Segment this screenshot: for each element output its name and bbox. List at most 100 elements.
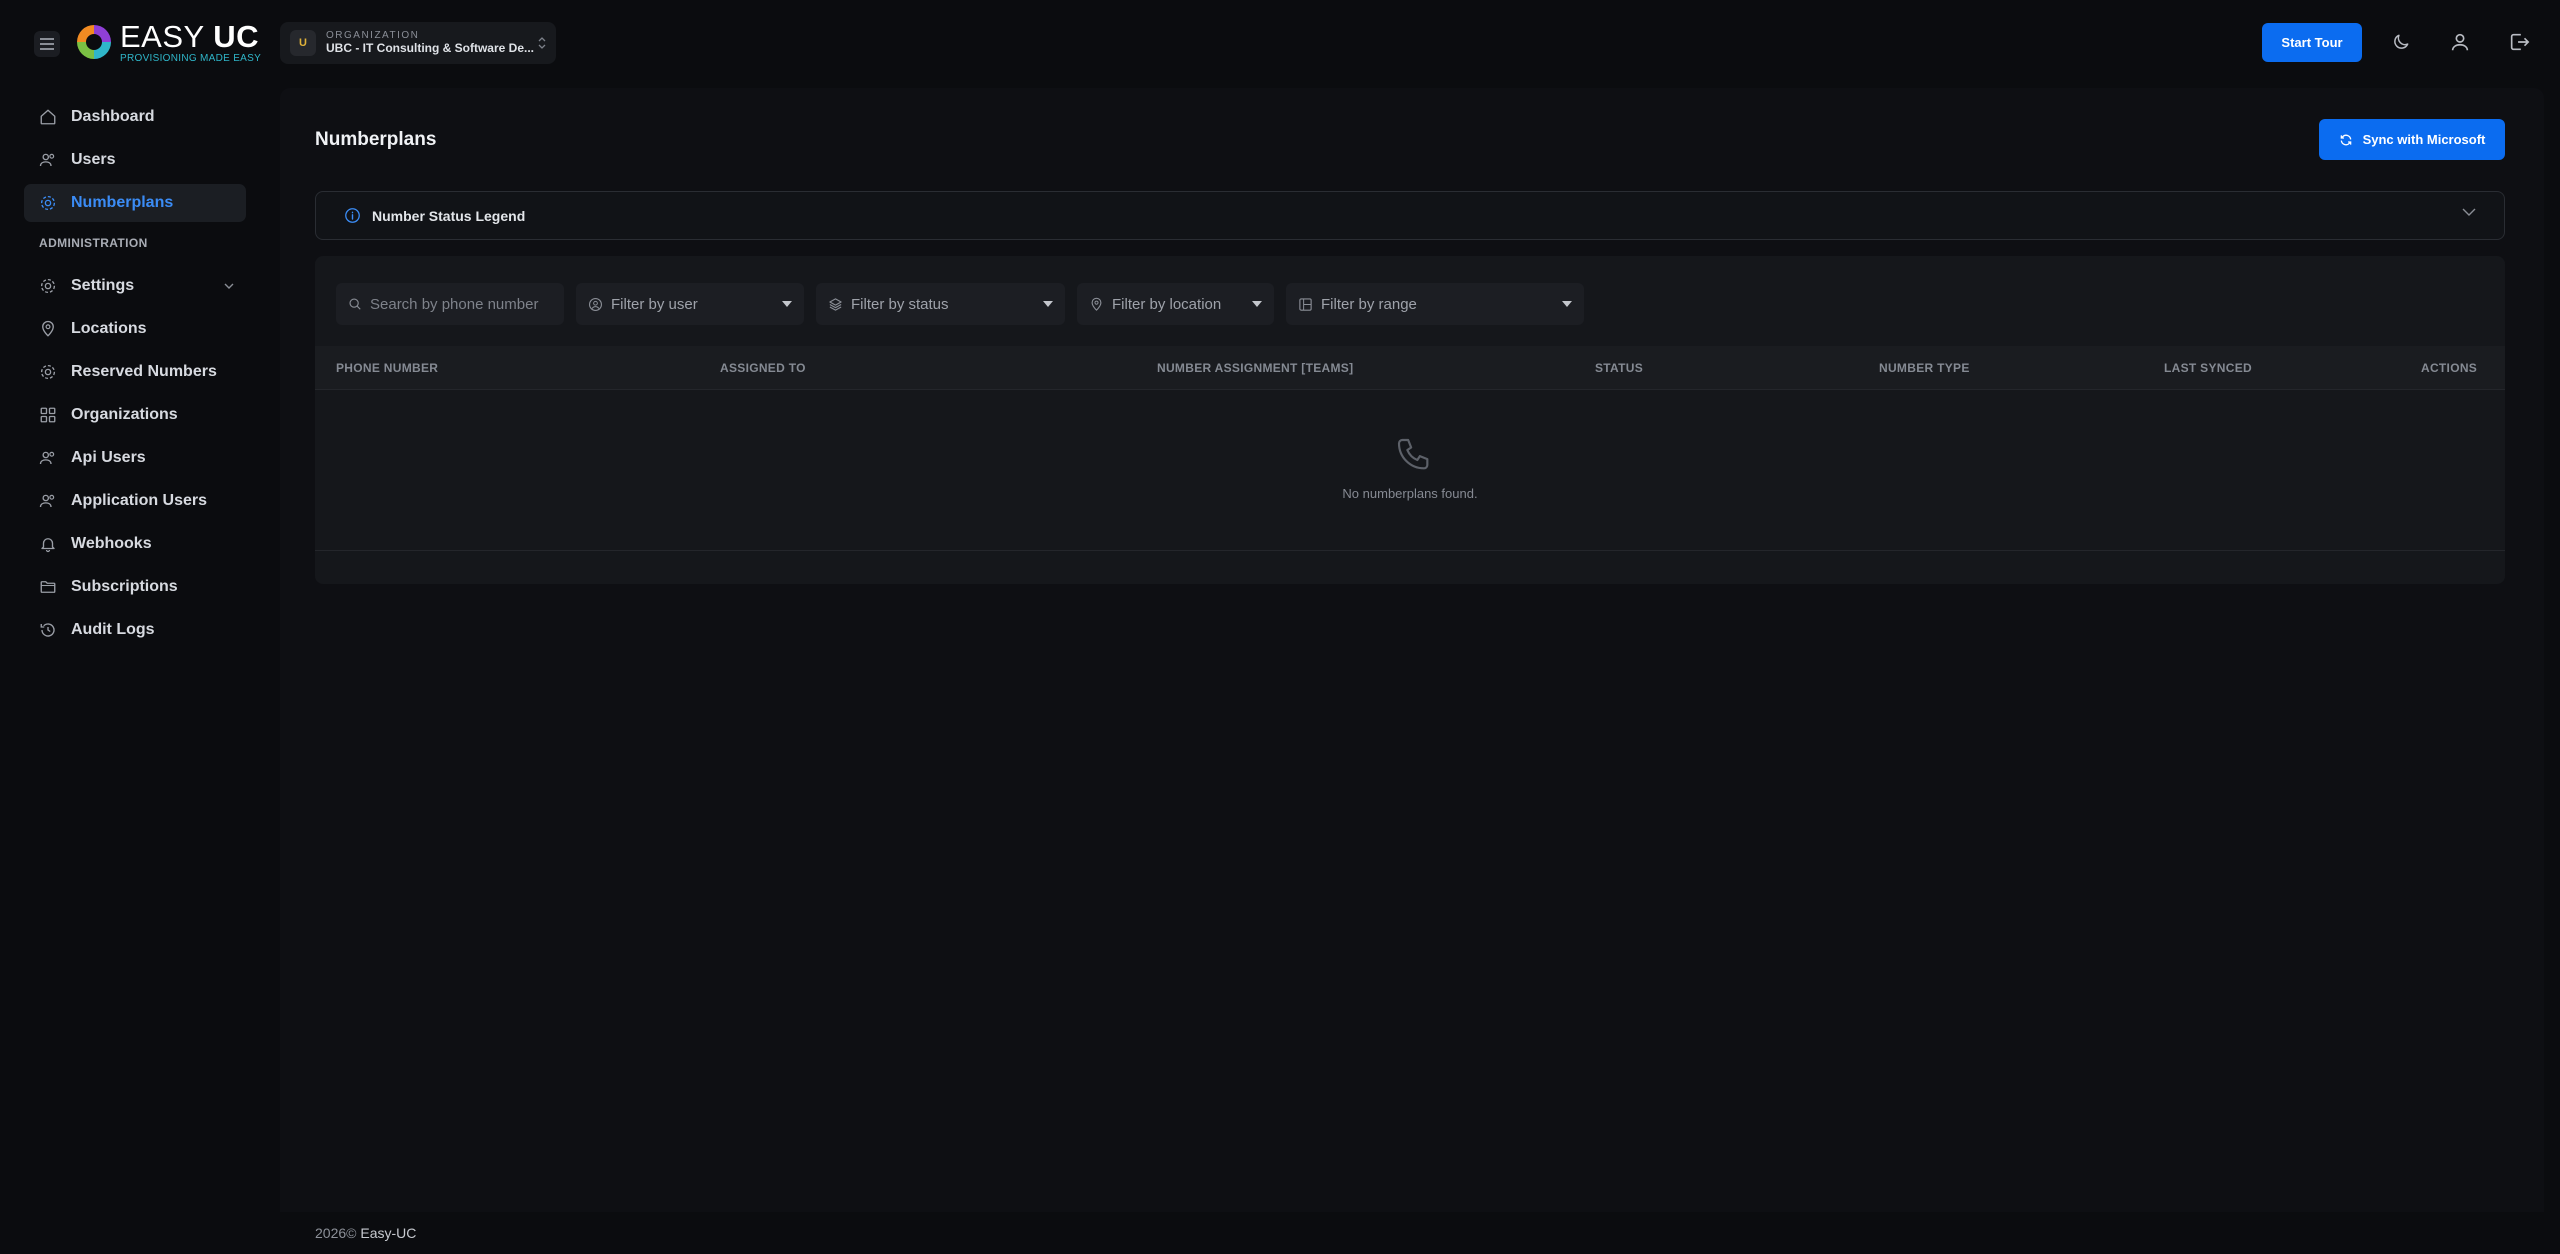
sidebar-item-api-users[interactable]: Api Users [24, 439, 246, 477]
footer-brand-link[interactable]: Easy-UC [360, 1225, 416, 1241]
moon-icon [2394, 34, 2409, 49]
sidebar-section-administration: ADMINISTRATION [39, 236, 148, 250]
menu-toggle-button[interactable] [34, 31, 60, 57]
column-header-assigned-to[interactable]: ASSIGNED TO [720, 361, 806, 375]
filter-by-location-select[interactable]: Filter by location [1077, 283, 1274, 325]
filter-by-status-select[interactable]: Filter by status [816, 283, 1065, 325]
column-header-phone-number[interactable]: PHONE NUMBER [336, 361, 438, 375]
logo-wordmark: EASY UC [120, 18, 260, 54]
chevron-down-icon [224, 283, 234, 289]
search-input[interactable] [370, 295, 550, 313]
sidebar-item-label: Audit Logs [71, 621, 155, 638]
column-header-number-assignment[interactable]: NUMBER ASSIGNMENT [TEAMS] [1157, 361, 1353, 375]
logout-button[interactable] [2505, 28, 2533, 56]
sidebar-item-label: Settings [71, 277, 135, 294]
users-icon [38, 448, 58, 468]
column-header-status[interactable]: STATUS [1595, 361, 1643, 375]
logo-tagline: PROVISIONING MADE EASY [120, 52, 262, 64]
filter-status-label: Filter by status [851, 295, 949, 313]
phone-search-field[interactable] [336, 283, 564, 325]
page-title: Numberplans [315, 129, 437, 150]
sidebar-item-subscriptions[interactable]: Subscriptions [24, 568, 246, 606]
folder-icon [38, 577, 58, 597]
phone-icon [1397, 438, 1429, 470]
refresh-icon [2340, 134, 2351, 145]
theme-toggle-button[interactable] [2387, 28, 2415, 56]
home-icon [38, 107, 58, 127]
user-icon [2451, 33, 2469, 51]
sync-button-label: Sync with Microsoft [2362, 132, 2486, 147]
footer-year: 2026© [315, 1225, 357, 1241]
footer: 2026© Easy-UC [315, 1225, 416, 1241]
gear-icon [38, 276, 58, 296]
main-content: Numberplans Sync with Microsoft Number S… [280, 88, 2544, 1212]
caret-down-icon [1562, 301, 1572, 307]
app-window: EASY UC PROVISIONING MADE EASY U ORGANIZ… [0, 0, 2560, 1254]
column-header-actions: ACTIONS [2421, 361, 2478, 375]
sidebar-item-application-users[interactable]: Application Users [24, 482, 246, 520]
menu-icon [40, 38, 54, 50]
gear-icon [38, 362, 58, 382]
map-pin-icon [38, 319, 58, 339]
sidebar-item-webhooks[interactable]: Webhooks [24, 525, 246, 563]
sidebar-item-settings[interactable]: Settings [24, 267, 246, 305]
caret-down-icon [1252, 301, 1262, 307]
sidebar-item-numberplans[interactable]: Numberplans [24, 184, 246, 222]
sidebar-item-label: Webhooks [71, 535, 152, 552]
org-name: UBC - IT Consulting & Software De... [326, 40, 535, 55]
sidebar-item-organizations[interactable]: Organizations [24, 396, 246, 434]
sidebar-item-label: Users [71, 151, 116, 168]
start-tour-button[interactable]: Start Tour [2262, 23, 2362, 62]
sidebar-item-dashboard[interactable]: Dashboard [24, 98, 246, 136]
layers-icon [829, 297, 842, 311]
bell-icon [38, 534, 58, 554]
chevron-down-icon [2462, 208, 2476, 216]
sidebar-item-label: Api Users [71, 449, 146, 466]
sidebar-item-label: Reserved Numbers [71, 363, 217, 380]
sidebar-item-label: Organizations [71, 406, 178, 423]
sidebar-item-users[interactable]: Users [24, 141, 246, 179]
logo-mark-icon [77, 25, 111, 59]
sidebar-item-label: Subscriptions [71, 578, 178, 595]
legend-title: Number Status Legend [372, 207, 526, 224]
info-icon [345, 208, 360, 223]
column-header-last-synced[interactable]: LAST SYNCED [2164, 361, 2252, 375]
org-avatar: U [290, 30, 316, 56]
profile-button[interactable] [2446, 28, 2474, 56]
sidebar-item-label: Dashboard [71, 108, 155, 125]
number-status-legend-accordion[interactable]: Number Status Legend [315, 191, 2505, 240]
table-header: PHONE NUMBER ASSIGNED TO NUMBER ASSIGNME… [315, 346, 2505, 390]
filter-by-user-select[interactable]: Filter by user [576, 283, 804, 325]
users-icon [38, 491, 58, 511]
user-circle-icon [589, 297, 602, 311]
sidebar-item-audit-logs[interactable]: Audit Logs [24, 611, 246, 649]
sidebar-item-locations[interactable]: Locations [24, 310, 246, 348]
sidebar-item-label: Application Users [71, 492, 208, 509]
organization-switcher[interactable]: U ORGANIZATION UBC - IT Consulting & Sof… [280, 22, 556, 64]
caret-down-icon [1043, 301, 1053, 307]
sidebar-item-label: Numberplans [71, 194, 174, 211]
top-header: EASY UC PROVISIONING MADE EASY U ORGANIZ… [0, 0, 2560, 84]
logout-icon [2510, 33, 2530, 51]
app-logo[interactable]: EASY UC PROVISIONING MADE EASY [74, 20, 261, 64]
numberplans-table-card: Filter by user Filter by status Filter b… [315, 256, 2505, 584]
chevron-up-down-icon [538, 37, 546, 49]
map-pin-icon [1091, 297, 1102, 311]
sync-with-microsoft-button[interactable]: Sync with Microsoft [2319, 119, 2505, 160]
filter-user-label: Filter by user [611, 295, 698, 313]
filter-location-label: Filter by location [1112, 295, 1222, 313]
search-icon [349, 298, 361, 310]
sidebar-item-label: Locations [71, 320, 147, 337]
caret-down-icon [782, 301, 792, 307]
column-header-number-type[interactable]: NUMBER TYPE [1879, 361, 1970, 375]
sidebar-item-reserved-numbers[interactable]: Reserved Numbers [24, 353, 246, 391]
sidebar: Dashboard Users Numberplans ADMINISTRATI… [0, 84, 276, 1204]
users-icon [38, 150, 58, 170]
filter-range-label: Filter by range [1321, 295, 1417, 313]
grid-icon [38, 405, 58, 425]
empty-state-message: No numberplans found. [1342, 486, 1478, 501]
empty-state: No numberplans found. [315, 391, 2505, 551]
history-icon [38, 620, 58, 640]
filter-by-range-select[interactable]: Filter by range [1286, 283, 1584, 325]
range-icon [1299, 297, 1312, 311]
